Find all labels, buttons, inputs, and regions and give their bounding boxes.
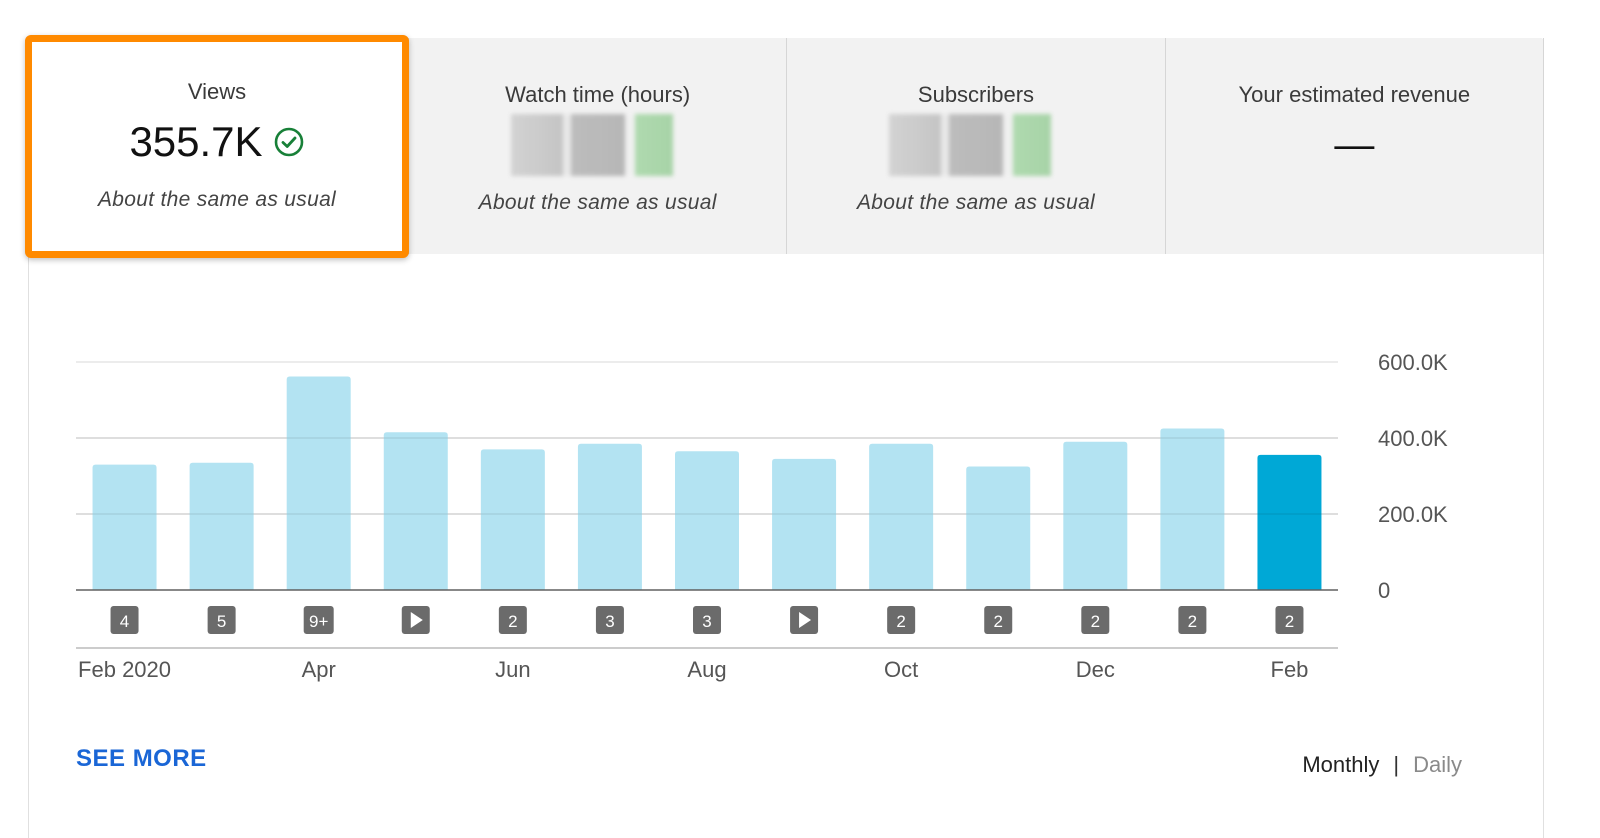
bar (577, 443, 642, 590)
bar (869, 443, 934, 590)
x-tick-label: Dec (1076, 657, 1115, 682)
badge-count: 3 (702, 612, 711, 631)
y-tick-label: 600.0K (1378, 350, 1448, 375)
bar (92, 464, 157, 590)
monthly-option[interactable]: Monthly (1302, 752, 1379, 778)
bar (1160, 428, 1225, 590)
bar (1257, 454, 1322, 590)
bar (772, 458, 837, 590)
badge-count: 2 (1285, 612, 1294, 631)
y-tick-label: 200.0K (1378, 502, 1448, 527)
x-tick-label: Jun (495, 657, 530, 682)
bar (383, 432, 448, 590)
bar (675, 451, 739, 590)
tab-views[interactable]: Views 355.7K About the same as usual (25, 35, 409, 258)
tab-value: 355.7K (32, 117, 402, 167)
y-tick-label: 0 (1378, 578, 1390, 603)
y-tick-label: 400.0K (1378, 426, 1448, 451)
bar (1063, 441, 1128, 590)
daily-option[interactable]: Daily (1413, 752, 1462, 778)
badge-count: 4 (120, 612, 129, 631)
see-more-button[interactable]: SEE MORE (76, 745, 207, 773)
badge-count: 9+ (309, 612, 328, 631)
granularity-toggle: Monthly | Daily (1302, 752, 1462, 778)
x-tick-label: Aug (687, 657, 726, 682)
check-circle-icon (274, 127, 303, 157)
badge-count: 2 (1091, 612, 1100, 631)
badge-count: 2 (993, 612, 1002, 631)
bar (286, 376, 351, 590)
tab-title: Views (187, 79, 247, 104)
badge-count: 2 (508, 612, 517, 631)
x-tick-label: Feb (1271, 657, 1309, 682)
bar (966, 466, 1031, 590)
bar (480, 449, 545, 590)
toggle-separator: | (1393, 752, 1400, 777)
x-tick-label: Apr (302, 657, 336, 682)
views-value: 355.7K (129, 118, 263, 165)
badge-count: 2 (1188, 612, 1197, 631)
bar (189, 462, 254, 590)
badge-count: 2 (896, 612, 905, 631)
badge-count: 3 (605, 612, 614, 631)
x-tick-label: Feb 2020 (78, 657, 171, 682)
badge-count: 5 (217, 612, 226, 631)
tab-note: About the same as usual (97, 188, 337, 211)
x-tick-label: Oct (884, 657, 918, 682)
